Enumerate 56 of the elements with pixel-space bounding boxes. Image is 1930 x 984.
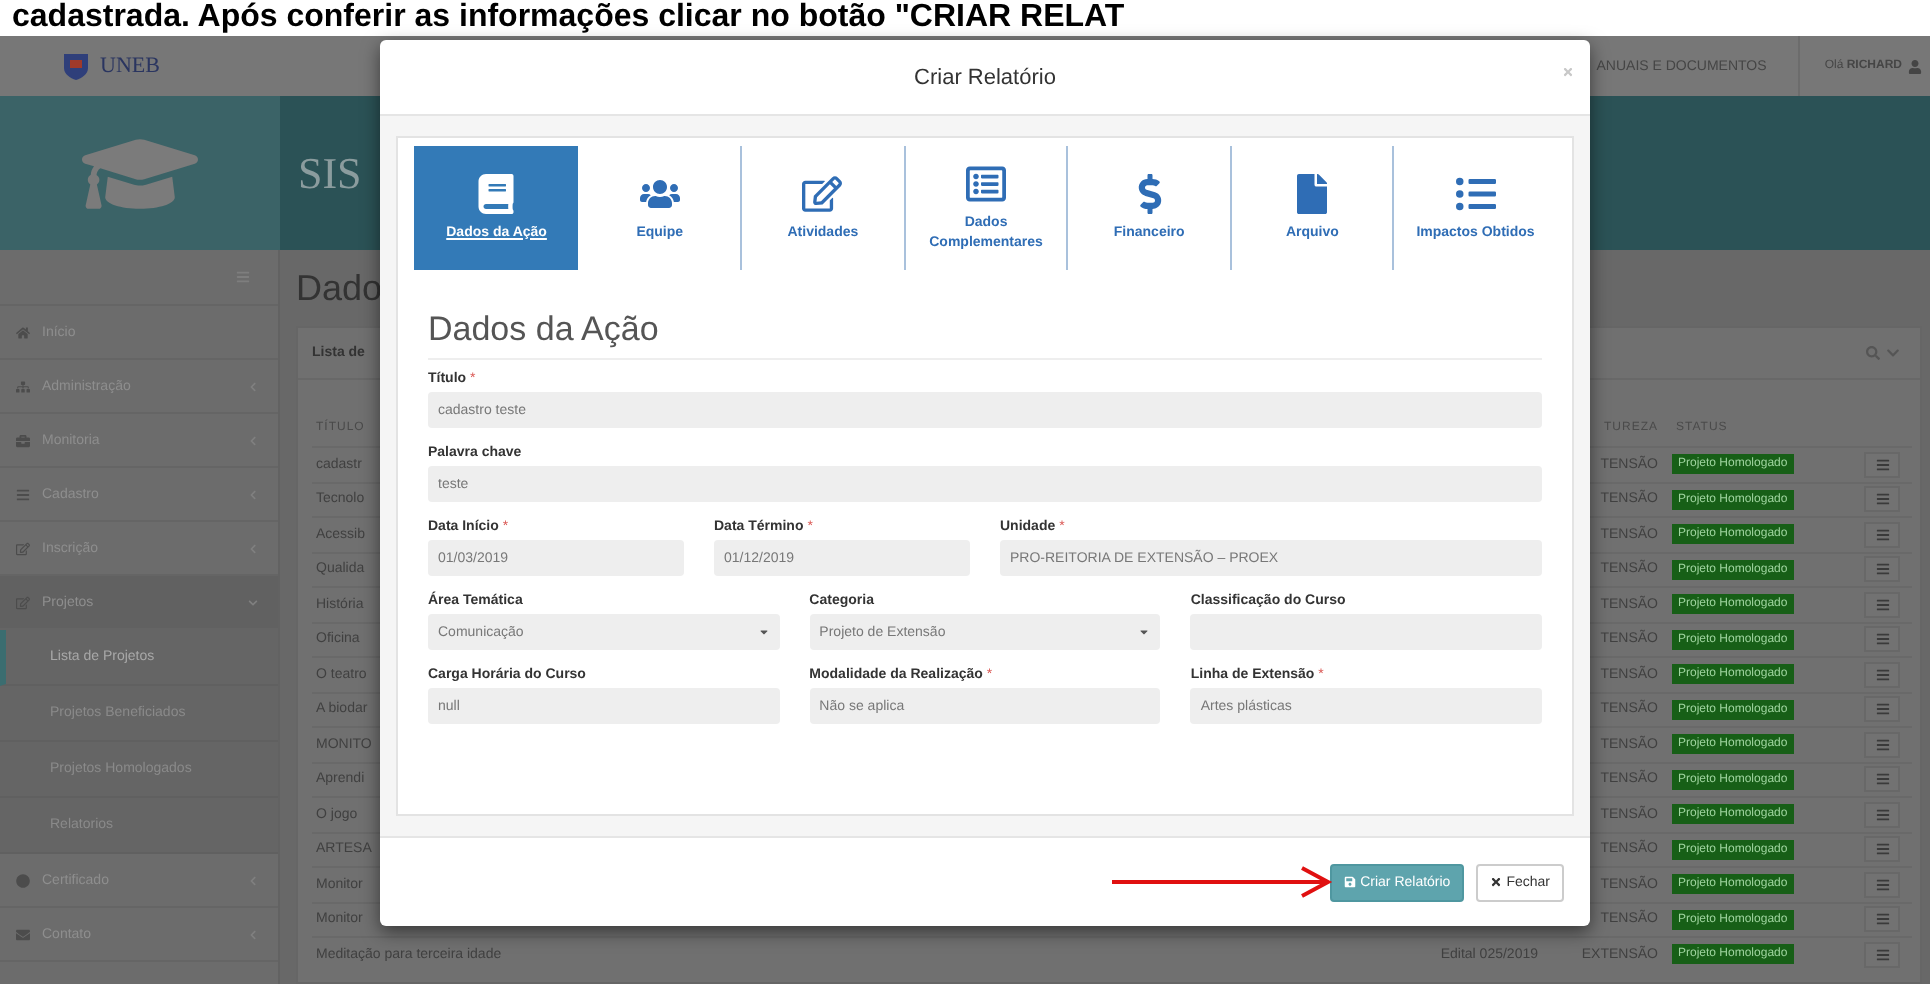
menu-item-icon xyxy=(16,541,30,555)
row-menu-button[interactable] xyxy=(1864,486,1900,513)
row-menu-button[interactable] xyxy=(1864,661,1900,688)
close-icon xyxy=(1490,876,1503,888)
menu-item-icon xyxy=(16,927,30,941)
row-menu-button[interactable] xyxy=(1864,836,1900,863)
menu-item-icon xyxy=(16,487,30,501)
menu-item-icon xyxy=(16,433,30,447)
row-menu-button[interactable] xyxy=(1864,451,1900,478)
row-menu-button[interactable] xyxy=(1864,731,1900,758)
chevron-icon[interactable] xyxy=(1886,346,1900,360)
menu-icon xyxy=(1875,842,1889,857)
row-menu-button[interactable] xyxy=(1864,766,1900,793)
caret-icon xyxy=(757,626,770,638)
menu-icon xyxy=(1875,492,1889,507)
row-menu-button[interactable] xyxy=(1864,871,1900,898)
menu-item-icon xyxy=(16,873,30,887)
menu-icon xyxy=(1875,562,1889,577)
tab-icon xyxy=(1455,173,1496,214)
banner-title: SIS xyxy=(298,147,362,199)
row-menu-button[interactable] xyxy=(1864,941,1900,968)
menu-item-icon xyxy=(16,379,30,393)
menu-icon xyxy=(1875,772,1889,787)
tab-icon xyxy=(802,173,843,214)
modal-title: Criar Relatório xyxy=(914,65,1056,89)
menu-icon xyxy=(1875,737,1889,752)
close-button[interactable] xyxy=(1562,66,1574,78)
row-menu-button[interactable] xyxy=(1864,696,1900,723)
menu-icon xyxy=(1875,947,1889,962)
row-menu-button[interactable] xyxy=(1864,591,1900,618)
menu-icon xyxy=(1875,807,1889,822)
tab-icon xyxy=(966,164,1007,205)
user-icon[interactable] xyxy=(1908,59,1922,73)
row-menu-button[interactable] xyxy=(1864,626,1900,653)
logo-icon xyxy=(60,50,92,82)
menu-icon xyxy=(1875,702,1889,717)
menu-icon xyxy=(1875,597,1889,612)
tab-icon xyxy=(1292,173,1333,214)
instruction-caption: cadastrada. Após conferir as informações clicar no botão "CRIAR RELAT xyxy=(0,0,1930,36)
menu-icon xyxy=(1875,667,1889,682)
tab-icon xyxy=(476,173,517,214)
caret-icon xyxy=(1138,626,1151,638)
row-menu-button[interactable] xyxy=(1864,521,1900,548)
menu-icon xyxy=(1875,912,1889,927)
search-icon[interactable] xyxy=(1866,346,1880,360)
row-menu-button[interactable] xyxy=(1864,906,1900,933)
menu-icon xyxy=(1875,632,1889,647)
section-title: Dados da Ação xyxy=(428,310,1542,360)
menu-icon xyxy=(1875,527,1889,542)
row-menu-button[interactable] xyxy=(1864,556,1900,583)
menu-icon xyxy=(1875,877,1889,892)
menu-icon xyxy=(1875,457,1889,472)
logo-text: UNEB xyxy=(100,54,160,78)
row-menu-button[interactable] xyxy=(1864,801,1900,828)
menu-item-icon xyxy=(16,325,30,339)
save-icon xyxy=(1344,876,1357,888)
